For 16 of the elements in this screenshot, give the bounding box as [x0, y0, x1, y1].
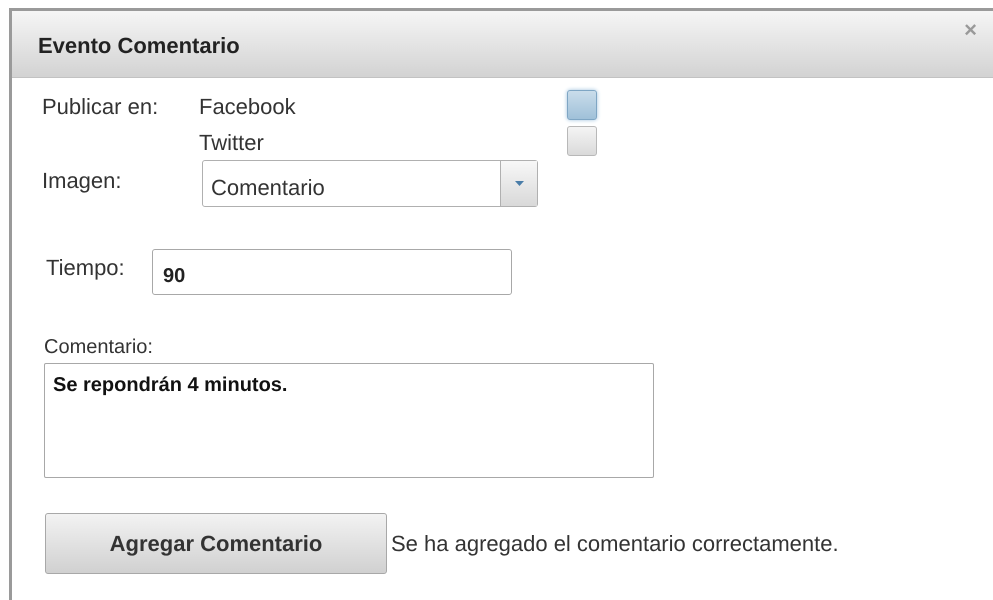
comment-field[interactable]: Se repondrán 4 minutos. — [44, 363, 654, 478]
dropdown-button[interactable] — [500, 161, 537, 206]
publish-label: Publicar en: — [42, 93, 160, 121]
image-select[interactable]: Comentario — [202, 160, 538, 207]
caret-icon — [514, 181, 524, 186]
network-label: Facebook — [199, 93, 296, 121]
image-label: Imagen: — [42, 167, 122, 195]
checkbox[interactable] — [567, 126, 597, 156]
time-field[interactable]: 90 — [152, 249, 512, 295]
dialog-title: Evento Comentario — [38, 32, 240, 60]
add-comment-button[interactable]: Agregar Comentario — [45, 513, 387, 574]
network-label: Twitter — [199, 129, 265, 157]
comment-label: Comentario: — [44, 335, 154, 359]
checkbox[interactable] — [567, 90, 597, 120]
time-label: Tiempo: — [45, 254, 126, 282]
status-message: Se ha agregado el comentario correctamente. — [391, 530, 839, 558]
